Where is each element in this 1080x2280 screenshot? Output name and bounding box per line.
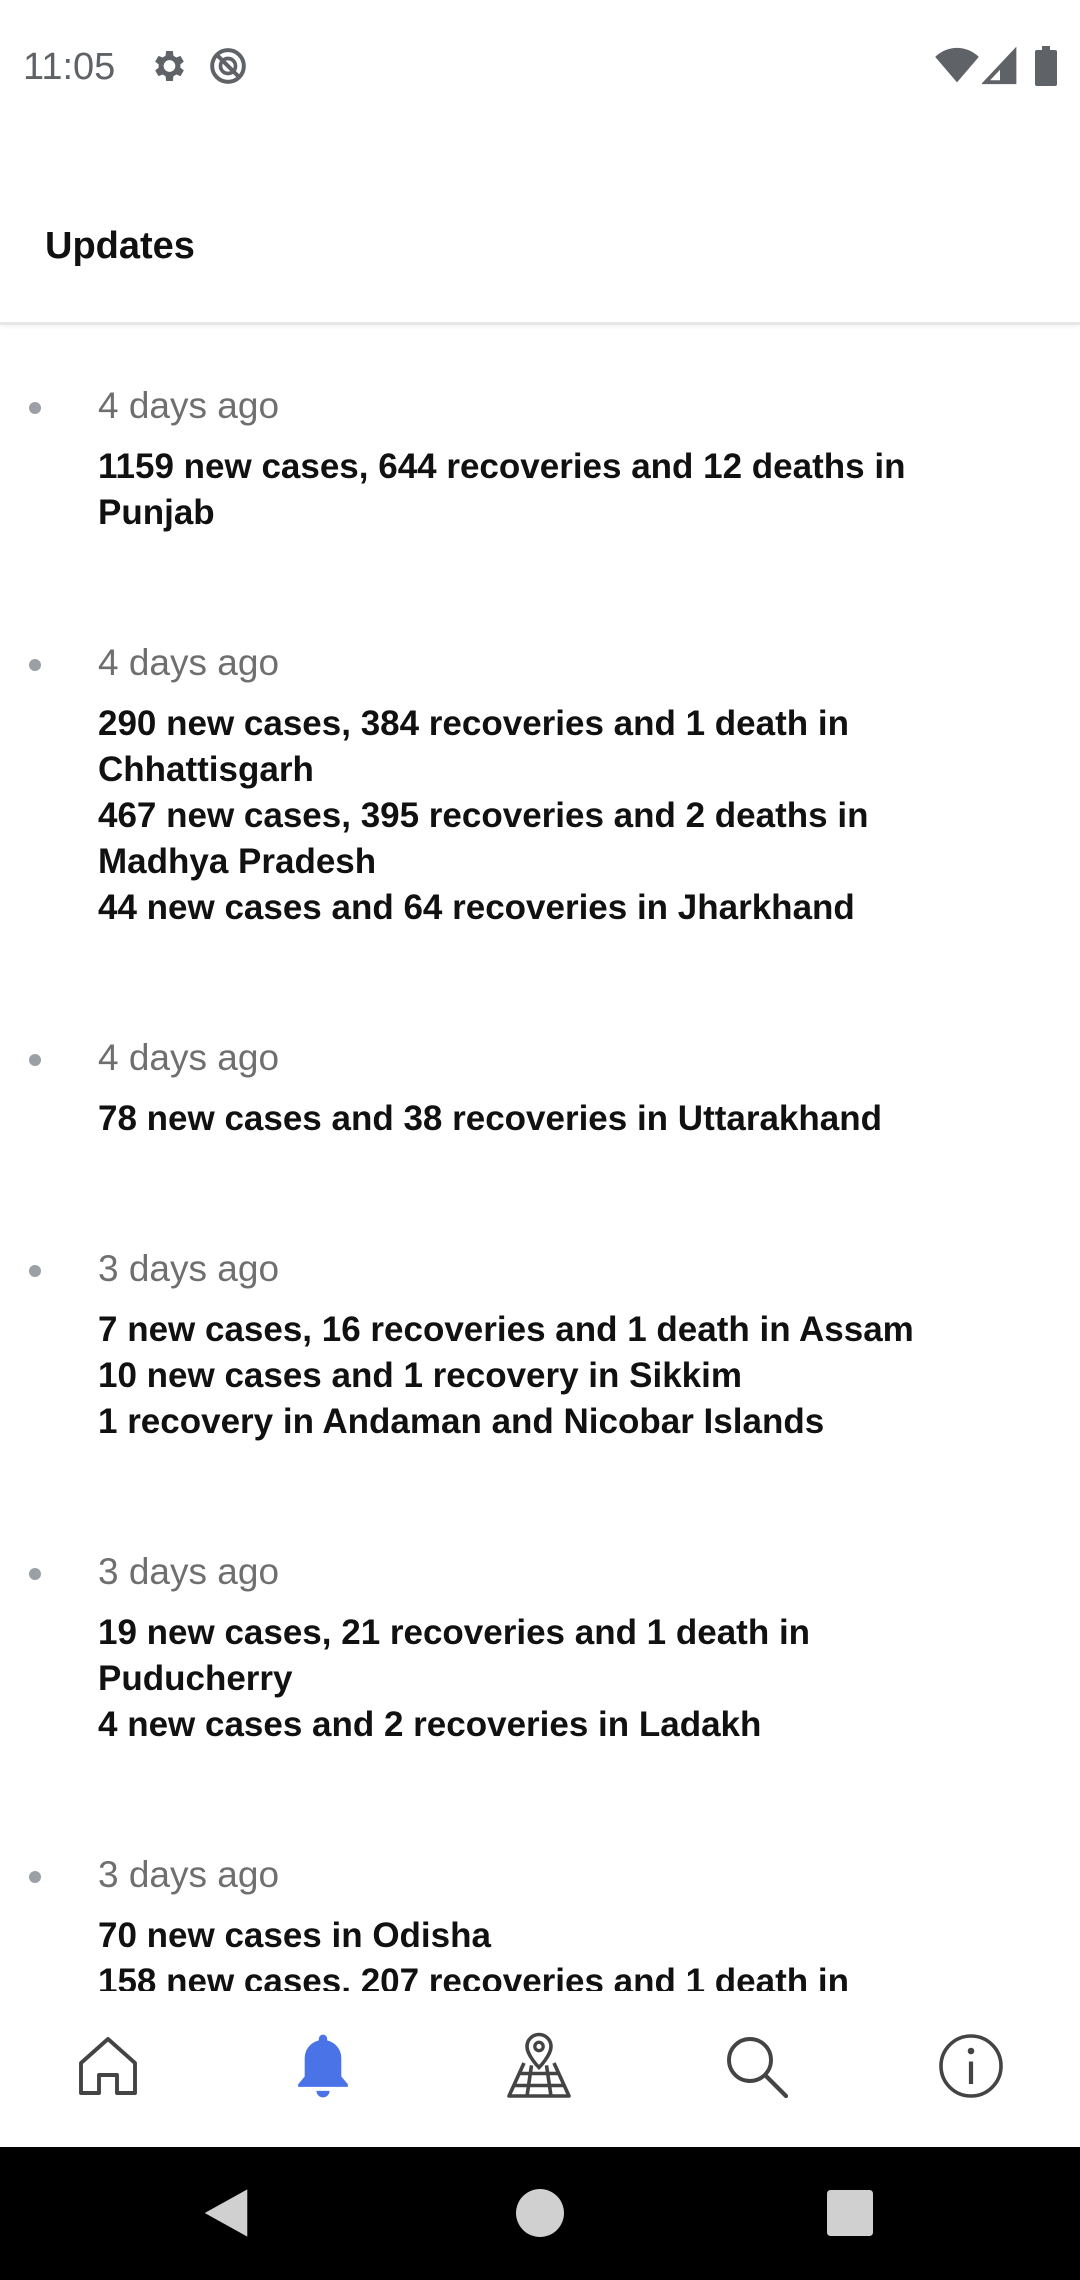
nav-search-button[interactable]	[711, 2021, 801, 2111]
bullet-icon	[29, 1054, 41, 1066]
home-circle-icon	[516, 2189, 564, 2237]
update-line: 467 new cases, 395 recoveries and 2 deat…	[98, 796, 869, 835]
update-time: 4 days ago	[98, 1037, 280, 1078]
no-data-icon	[208, 46, 248, 86]
update-line: 4 new cases and 2 recoveries in Ladakh	[98, 1705, 762, 1744]
updates-feed[interactable]: 4 days ago 1159 new cases, 644 recoverie…	[0, 328, 1080, 1991]
status-bar: 11:05	[0, 0, 1080, 135]
update-time: 3 days ago	[98, 1248, 280, 1289]
bell-icon	[298, 2034, 348, 2098]
recents-icon	[827, 2190, 873, 2236]
update-line: Madhya Pradesh	[98, 842, 377, 881]
update-line: 7 new cases, 16 recoveries and 1 death i…	[98, 1310, 914, 1349]
bottom-nav	[0, 1991, 1080, 2147]
app-header: Updates	[0, 135, 1080, 325]
battery-icon	[1035, 46, 1057, 86]
home-icon	[79, 2037, 137, 2095]
update-line: 44 new cases and 64 recoveries in Jharkh…	[98, 888, 855, 927]
search-icon	[727, 2037, 789, 2099]
update-text: 1159 new cases, 644 recoveries and 12 de…	[98, 444, 998, 536]
bullet-icon	[29, 1568, 41, 1580]
update-line: Punjab	[98, 493, 215, 532]
update-text: 7 new cases, 16 recoveries and 1 death i…	[98, 1307, 998, 1445]
update-line: 10 new cases and 1 recovery in Sikkim	[98, 1356, 742, 1395]
signal-icon	[981, 46, 1022, 86]
update-text: 19 new cases, 21 recoveries and 1 death …	[98, 1610, 998, 1748]
status-time: 11:05	[23, 46, 116, 88]
update-time: 3 days ago	[98, 1551, 280, 1592]
nav-map-button[interactable]	[494, 2021, 584, 2111]
page-title: Updates	[45, 225, 195, 267]
update-text: 290 new cases, 384 recoveries and 1 deat…	[98, 701, 998, 931]
back-button[interactable]	[198, 2185, 254, 2241]
recents-button[interactable]	[822, 2185, 878, 2241]
system-nav-bar	[0, 2147, 1080, 2280]
update-text: 70 new cases in Odisha 158 new cases, 20…	[98, 1913, 998, 1991]
nav-updates-button[interactable]	[278, 2021, 368, 2111]
update-line: 290 new cases, 384 recoveries and 1 deat…	[98, 704, 849, 743]
bullet-icon	[29, 1265, 41, 1277]
settings-icon	[148, 46, 188, 86]
wifi-icon	[935, 46, 979, 86]
bullet-icon	[29, 402, 41, 414]
update-line: 158 new cases, 207 recoveries and 1 deat…	[98, 1962, 849, 1991]
update-line: Puducherry	[98, 1659, 293, 1698]
update-time: 4 days ago	[98, 385, 280, 426]
bullet-icon	[29, 1871, 41, 1883]
update-time: 4 days ago	[98, 642, 280, 683]
nav-home-button[interactable]	[63, 2021, 153, 2111]
info-icon	[939, 2034, 1003, 2098]
home-button[interactable]	[512, 2185, 568, 2241]
update-line: Chhattisgarh	[98, 750, 314, 789]
update-line: 1159 new cases, 644 recoveries and 12 de…	[98, 447, 906, 486]
nav-info-button[interactable]	[926, 2021, 1016, 2111]
update-line: 78 new cases and 38 recoveries in Uttara…	[98, 1099, 882, 1138]
update-text: 78 new cases and 38 recoveries in Uttara…	[98, 1096, 998, 1142]
update-time: 3 days ago	[98, 1854, 280, 1895]
update-line: 1 recovery in Andaman and Nicobar Island…	[98, 1402, 825, 1441]
bullet-icon	[29, 659, 41, 671]
map-icon	[507, 2032, 571, 2098]
update-line: 19 new cases, 21 recoveries and 1 death …	[98, 1613, 811, 1652]
update-line: 70 new cases in Odisha	[98, 1916, 491, 1955]
back-icon	[204, 2189, 248, 2237]
